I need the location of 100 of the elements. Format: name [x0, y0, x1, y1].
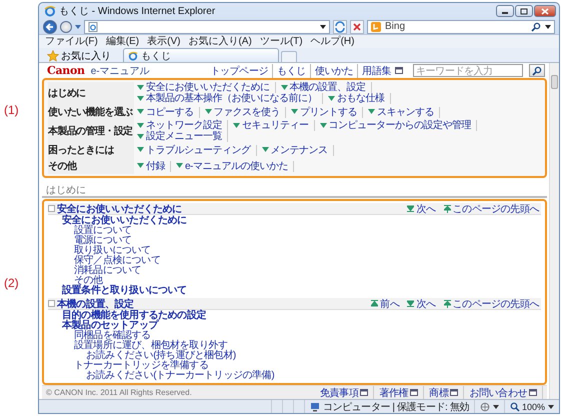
caret-icon[interactable] — [548, 404, 554, 408]
magnifier-icon — [510, 402, 520, 412]
top-arrow-icon — [444, 300, 451, 308]
caret-icon[interactable] — [492, 404, 499, 408]
nav-link[interactable]: e-マニュアルの使いかた — [176, 160, 294, 172]
down-arrow-icon — [176, 163, 183, 169]
section-title: 本機の設置、設定 — [57, 297, 134, 310]
contents-link[interactable]: トナーカートリッジを準備する — [48, 361, 208, 371]
contents-link[interactable]: その他 — [48, 276, 103, 286]
nav-link[interactable]: 安全にお使いいただくために — [137, 82, 276, 93]
contents-link[interactable]: 設置場所に運び、梱包材を取り外す — [48, 341, 228, 351]
globe-icon[interactable] — [480, 402, 490, 412]
page-nav-link[interactable]: このページの先頭へ — [444, 296, 539, 310]
favorites-button[interactable]: お気に入り — [43, 49, 115, 62]
menu-item[interactable]: 編集(E) — [106, 36, 140, 48]
close-button[interactable] — [534, 5, 556, 17]
nav-link[interactable]: ネットワーク設定 — [137, 120, 228, 131]
breadcrumb: はじめに — [46, 184, 86, 196]
nav-link[interactable]: 本製品の基本操作（お使いになる前に） — [137, 93, 323, 104]
nav-link[interactable]: コンピューターからの設定や管理 — [320, 120, 477, 131]
menu-item[interactable]: ツール(T) — [260, 36, 303, 48]
nav-link[interactable]: プリントする — [291, 106, 363, 118]
contents-link[interactable]: 目的の機能を使用するための設定 — [48, 311, 206, 321]
square-icon — [48, 205, 55, 212]
down-arrow-icon — [291, 109, 298, 115]
down-arrow-icon — [407, 300, 414, 307]
category-label: 本製品の管理・設定 — [48, 120, 134, 142]
search-icon — [532, 66, 542, 76]
search-button[interactable] — [529, 64, 545, 77]
star-icon — [47, 50, 59, 62]
contents-link[interactable]: 設置について — [48, 226, 132, 236]
down-arrow-icon — [137, 163, 144, 169]
down-arrow-icon — [280, 84, 288, 90]
browser-logo-icon — [128, 50, 138, 60]
header-link[interactable]: 用語集 — [358, 64, 407, 78]
nav-link[interactable]: ファクスを使う — [204, 106, 286, 118]
address-field[interactable] — [84, 20, 330, 34]
nav-link[interactable]: トラブルシューティング — [137, 144, 256, 156]
down-arrow-icon — [368, 109, 375, 115]
nav-link[interactable]: 本機の設置、設定 — [280, 82, 372, 93]
nav-link[interactable]: 付録 — [137, 160, 171, 172]
contents-link[interactable]: 消耗品について — [48, 266, 142, 276]
page-nav-link[interactable]: 前へ — [371, 296, 400, 310]
page-nav-link[interactable]: このページの先頭へ — [444, 202, 539, 216]
security-zone-text: コンピューター | 保護モード: 無効 — [322, 400, 469, 414]
contents-link[interactable]: お読みください(トナーカートリッジの準備) — [48, 371, 274, 381]
minimize-button[interactable] — [496, 5, 514, 17]
category-label: はじめに — [48, 82, 134, 104]
down-arrow-icon — [328, 96, 335, 102]
callout-label: (1) — [4, 103, 19, 117]
nav-link[interactable]: おもな仕様 — [328, 93, 390, 104]
menu-item[interactable]: ファイル(F) — [45, 36, 98, 48]
stop-icon[interactable] — [350, 20, 364, 34]
contents-link[interactable]: 安全にお使いいただくために — [48, 216, 187, 226]
nav-link[interactable]: メンテナンス — [262, 144, 334, 156]
zoom-level[interactable]: 100% — [510, 402, 545, 412]
scrollbar[interactable] — [549, 63, 559, 399]
caret-icon[interactable] — [545, 24, 551, 28]
contents-link[interactable]: 設置条件と取り扱いについて — [48, 286, 187, 296]
contents-link[interactable]: お読みください(持ち運びと梱包材) — [48, 351, 236, 361]
browser-tab[interactable]: もくじ — [123, 48, 279, 62]
site-subtitle: e-マニュアル — [90, 64, 150, 78]
menu-item[interactable]: ヘルプ(H) — [310, 36, 354, 48]
refresh-icon[interactable] — [333, 20, 347, 34]
popup-window-icon — [410, 389, 418, 396]
nav-link[interactable]: 設定メニュー一覧 — [137, 131, 228, 142]
page-icon — [88, 22, 98, 32]
search-field[interactable]: Bing — [367, 20, 555, 34]
page-nav-link[interactable]: 次へ — [407, 202, 436, 216]
search-icon[interactable] — [531, 22, 541, 32]
maximize-button[interactable] — [515, 5, 533, 17]
top-arrow-icon — [444, 204, 451, 212]
down-arrow-icon — [233, 122, 240, 128]
back-button[interactable] — [43, 20, 57, 34]
window-title: もくじ - Windows Internet Explorer — [59, 5, 216, 18]
contents-link[interactable]: 取り扱いについて — [48, 246, 151, 256]
forward-button[interactable] — [60, 20, 72, 32]
maximize-icon — [520, 8, 528, 14]
menu-item[interactable]: 表示(V) — [147, 36, 180, 48]
contents-link[interactable]: 保守／点検について — [48, 256, 160, 266]
popup-window-icon — [360, 389, 368, 396]
down-arrow-icon — [407, 205, 414, 212]
nav-link[interactable]: セキュリティー — [233, 120, 314, 131]
nav-link[interactable]: コピーする — [137, 106, 200, 118]
contents-link[interactable]: 電源について — [48, 236, 132, 246]
popup-window-icon — [529, 389, 537, 396]
up-arrow-icon — [371, 300, 378, 307]
callout-label: (2) — [4, 276, 19, 290]
section-title: 安全にお使いいただくために — [57, 202, 182, 214]
contents-link[interactable]: 同梱品を確認する — [48, 331, 151, 341]
caret-icon — [320, 24, 326, 28]
category-label: その他 — [48, 158, 134, 174]
down-arrow-icon — [204, 109, 212, 115]
contents-link[interactable]: 本製品のセットアップ — [48, 321, 158, 331]
canon-logo: Canon — [47, 64, 85, 77]
nav-link[interactable]: スキャンする — [368, 106, 440, 118]
menu-item[interactable]: お気に入り(A) — [188, 36, 252, 48]
page-nav-link[interactable]: 次へ — [407, 296, 436, 310]
down-arrow-icon — [262, 147, 268, 153]
popup-window-icon — [395, 67, 403, 74]
